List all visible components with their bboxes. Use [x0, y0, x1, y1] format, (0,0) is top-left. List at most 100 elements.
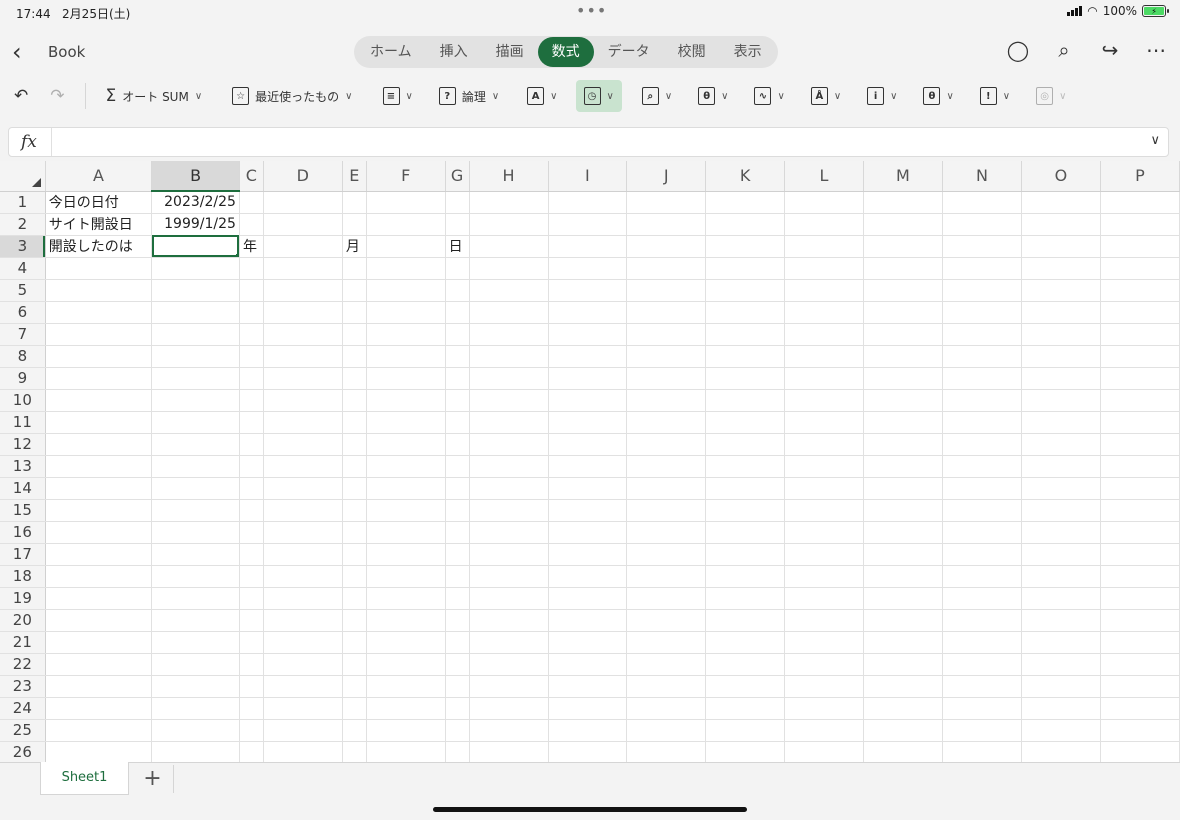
cell-b9[interactable]	[151, 367, 240, 390]
cell-m24[interactable]	[863, 697, 943, 720]
cell-f23[interactable]	[366, 675, 446, 698]
cell-g20[interactable]	[445, 609, 470, 632]
cell-m10[interactable]	[863, 389, 943, 412]
cell-i9[interactable]	[548, 367, 628, 390]
cell-o16[interactable]	[1021, 521, 1101, 544]
engineering-button[interactable]: θ ∨	[923, 80, 954, 112]
cell-l23[interactable]	[784, 675, 864, 698]
cell-m11[interactable]	[863, 411, 943, 434]
cell-a6[interactable]	[45, 301, 153, 324]
cell-i18[interactable]	[548, 565, 628, 588]
cell-m17[interactable]	[863, 543, 943, 566]
cell-c16[interactable]	[239, 521, 264, 544]
spreadsheet-grid[interactable]: ABCDEFGHIJKLMNOP 1 今日の日付 2023/2/25 2 サイト開設日 1…	[0, 161, 1180, 762]
cell-a26[interactable]	[45, 741, 153, 762]
cell-b6[interactable]	[151, 301, 240, 324]
cell-i7[interactable]	[548, 323, 628, 346]
cell-h22[interactable]	[469, 653, 549, 676]
cell-j22[interactable]	[626, 653, 707, 676]
cell-p23[interactable]	[1100, 675, 1180, 698]
column-header-e[interactable]: E	[342, 161, 367, 192]
statistical-button[interactable]: ∿ ∨	[754, 80, 785, 112]
cell-o7[interactable]	[1021, 323, 1101, 346]
cell-b19[interactable]	[151, 587, 240, 610]
cell-c26[interactable]	[239, 741, 264, 762]
cell-f21[interactable]	[366, 631, 446, 654]
cell-i10[interactable]	[548, 389, 628, 412]
row-header-9[interactable]: 9	[0, 367, 46, 390]
cell-b25[interactable]	[151, 719, 240, 742]
cell-c22[interactable]	[239, 653, 264, 676]
cell-b24[interactable]	[151, 697, 240, 720]
cell-l26[interactable]	[784, 741, 864, 762]
cell-m18[interactable]	[863, 565, 943, 588]
cell-k8[interactable]	[705, 345, 786, 368]
cell-p6[interactable]	[1100, 301, 1180, 324]
row-header-20[interactable]: 20	[0, 609, 46, 632]
cell-g26[interactable]	[445, 741, 470, 762]
cell-e17[interactable]	[342, 543, 367, 566]
row-header-1[interactable]: 1	[0, 191, 46, 214]
cell-a4[interactable]	[45, 257, 153, 280]
home-indicator[interactable]	[433, 807, 747, 812]
cell-b3[interactable]	[151, 235, 240, 258]
cell-p26[interactable]	[1100, 741, 1180, 762]
cell-j13[interactable]	[626, 455, 707, 478]
cell-k11[interactable]	[705, 411, 786, 434]
cell-e19[interactable]	[342, 587, 367, 610]
cell-b16[interactable]	[151, 521, 240, 544]
cell-i24[interactable]	[548, 697, 628, 720]
cell-e6[interactable]	[342, 301, 367, 324]
cell-e24[interactable]	[342, 697, 367, 720]
row-header-19[interactable]: 19	[0, 587, 46, 610]
tab-view[interactable]: 表示	[720, 37, 776, 67]
cell-p16[interactable]	[1100, 521, 1180, 544]
cell-b5[interactable]	[151, 279, 240, 302]
web-functions-button[interactable]: ◎ ∨	[1036, 80, 1066, 112]
cell-p21[interactable]	[1100, 631, 1180, 654]
row-header-4[interactable]: 4	[0, 257, 46, 280]
financial-button[interactable]: ≡ ∨	[382, 80, 413, 112]
cell-d23[interactable]	[263, 675, 343, 698]
tab-data[interactable]: データ	[594, 37, 664, 67]
cell-d18[interactable]	[263, 565, 343, 588]
column-header-l[interactable]: L	[784, 161, 864, 192]
cell-f16[interactable]	[366, 521, 446, 544]
cell-p7[interactable]	[1100, 323, 1180, 346]
cell-i26[interactable]	[548, 741, 628, 762]
cell-e5[interactable]	[342, 279, 367, 302]
cell-l12[interactable]	[784, 433, 864, 456]
cell-k25[interactable]	[705, 719, 786, 742]
cell-j16[interactable]	[626, 521, 707, 544]
cell-p5[interactable]	[1100, 279, 1180, 302]
cell-g7[interactable]	[445, 323, 470, 346]
cell-c15[interactable]	[239, 499, 264, 522]
cell-g22[interactable]	[445, 653, 470, 676]
cell-h12[interactable]	[469, 433, 549, 456]
cell-k5[interactable]	[705, 279, 786, 302]
cell-l6[interactable]	[784, 301, 864, 324]
cell-h7[interactable]	[469, 323, 549, 346]
cell-n21[interactable]	[942, 631, 1022, 654]
cell-n25[interactable]	[942, 719, 1022, 742]
cell-c14[interactable]	[239, 477, 264, 500]
cell-m12[interactable]	[863, 433, 943, 456]
cell-j8[interactable]	[626, 345, 707, 368]
sheet-tab[interactable]: Sheet1	[40, 762, 129, 795]
column-header-j[interactable]: J	[626, 161, 707, 192]
cell-b20[interactable]	[151, 609, 240, 632]
cell-o10[interactable]	[1021, 389, 1101, 412]
cell-f9[interactable]	[366, 367, 446, 390]
cell-l21[interactable]	[784, 631, 864, 654]
add-sheet-button[interactable]: +	[132, 765, 174, 793]
cell-h5[interactable]	[469, 279, 549, 302]
cell-b10[interactable]	[151, 389, 240, 412]
cell-l19[interactable]	[784, 587, 864, 610]
column-header-b[interactable]: B	[151, 161, 240, 192]
cell-c1[interactable]	[239, 191, 264, 214]
cell-k3[interactable]	[705, 235, 786, 258]
cell-o12[interactable]	[1021, 433, 1101, 456]
cell-o25[interactable]	[1021, 719, 1101, 742]
cell-d14[interactable]	[263, 477, 343, 500]
cell-e12[interactable]	[342, 433, 367, 456]
